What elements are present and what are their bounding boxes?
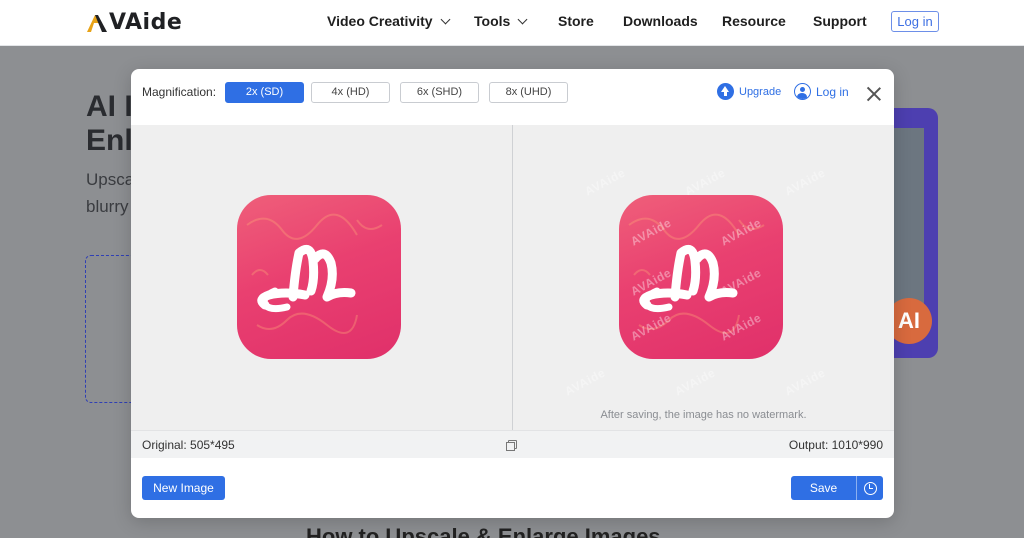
upgrade-link[interactable]: Upgrade <box>717 83 781 100</box>
brand-logo[interactable]: VAide <box>86 8 182 36</box>
dimension-info-bar: Original: 505*495 Output: 1010*990 <box>131 430 894 458</box>
upgrade-label: Upgrade <box>739 85 782 98</box>
nav-resource[interactable]: Resource <box>722 13 786 29</box>
nav-label: Downloads <box>623 13 698 29</box>
output-dimensions: Output: 1010*990 <box>788 438 883 452</box>
original-dimensions: Original: 505*495 <box>142 438 235 452</box>
brand-name: VAide <box>109 9 183 35</box>
logo-mark-icon <box>87 15 107 32</box>
chevron-down-icon <box>517 14 528 24</box>
nav-label: Resource <box>722 13 786 29</box>
nav-support[interactable]: Support <box>813 13 867 29</box>
chevron-down-icon <box>440 14 451 24</box>
nav-label: Support <box>813 13 867 29</box>
nav-label: Tools <box>474 13 511 29</box>
save-button-group: Save <box>791 476 883 500</box>
nav-label: Store <box>558 13 594 29</box>
nav-tools[interactable]: Tools <box>474 13 528 29</box>
watermark-text: AVAide <box>682 165 728 199</box>
dialog-login-link[interactable]: Log in <box>794 83 849 100</box>
upscale-preview-dialog: Magnification: 2x (SD) 4x (HD) 6x (SHD) … <box>131 69 894 518</box>
output-preview-pane: AVAide AVAide AVAide AVAide AVAide AVAid… <box>513 125 894 430</box>
magnification-6x-button[interactable]: 6x (SHD) <box>400 82 479 103</box>
dialog-login-label: Log in <box>816 84 849 99</box>
top-navbar: VAide Video Creativity Tools Store Downl… <box>0 0 1024 46</box>
watermark-text: AVAide <box>562 365 608 399</box>
nav-login-button[interactable]: Log in <box>891 11 939 32</box>
close-icon[interactable] <box>866 86 882 102</box>
upgrade-arrow-icon <box>717 83 734 100</box>
new-image-button[interactable]: New Image <box>142 476 225 500</box>
compare-icon[interactable] <box>506 440 517 451</box>
watermark-text: AVAide <box>672 365 718 399</box>
magnification-8x-button[interactable]: 8x (UHD) <box>489 82 568 103</box>
m-letter-icon <box>246 213 383 334</box>
magnification-label: Magnification: <box>142 85 217 99</box>
history-button[interactable] <box>857 476 883 500</box>
watermark-text: AVAide <box>582 165 628 199</box>
original-image <box>237 195 401 359</box>
save-button[interactable]: Save <box>791 476 857 500</box>
nav-video-creativity[interactable]: Video Creativity <box>327 13 451 29</box>
watermark-text: AVAide <box>782 165 828 199</box>
nav-downloads[interactable]: Downloads <box>623 13 698 29</box>
watermark-text: AVAide <box>782 365 828 399</box>
clock-icon <box>863 481 877 495</box>
nav-store[interactable]: Store <box>558 13 594 29</box>
original-preview-pane <box>131 125 512 430</box>
user-icon <box>794 83 811 100</box>
magnification-4x-button[interactable]: 4x (HD) <box>311 82 390 103</box>
watermark-notice: After saving, the image has no watermark… <box>600 409 807 421</box>
upscaled-image: AVAide AVAide AVAide AVAide AVAide AVAid… <box>619 195 783 359</box>
magnification-2x-button[interactable]: 2x (SD) <box>225 82 304 103</box>
nav-label: Video Creativity <box>327 13 433 29</box>
